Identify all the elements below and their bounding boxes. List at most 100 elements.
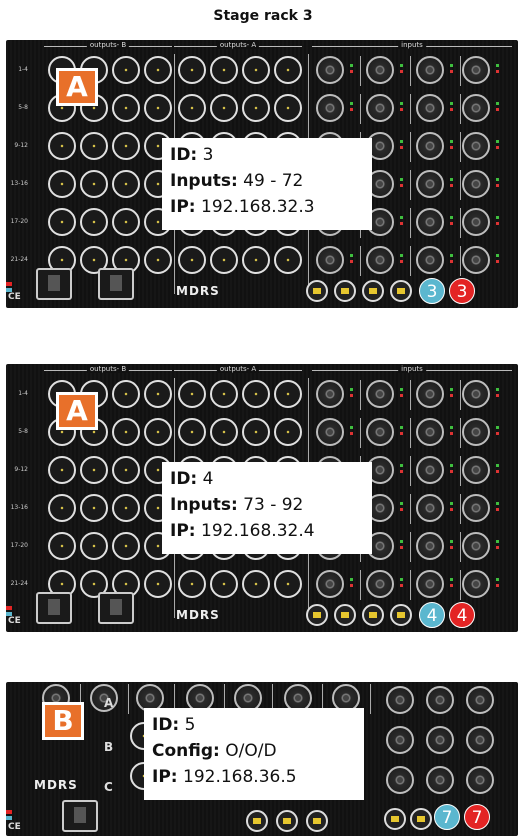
xlr-output-connector[interactable] — [178, 56, 206, 84]
xlr-output-connector[interactable] — [242, 246, 270, 274]
xlr-input-connector[interactable] — [366, 418, 394, 446]
ethercon-port[interactable] — [334, 280, 356, 302]
xlr-input-connector[interactable] — [416, 170, 444, 198]
xlr-input-connector[interactable] — [462, 94, 490, 122]
xlr-input-connector[interactable] — [466, 726, 494, 754]
xlr-input-connector[interactable] — [462, 132, 490, 160]
power-inlet-a[interactable] — [36, 268, 72, 300]
ethercon-port[interactable] — [306, 604, 328, 626]
xlr-output-connector[interactable] — [144, 246, 172, 274]
xlr-input-connector[interactable] — [416, 132, 444, 160]
xlr-output-connector[interactable] — [274, 94, 302, 122]
xlr-output-connector[interactable] — [48, 208, 76, 236]
xlr-output-connector[interactable] — [80, 170, 108, 198]
xlr-input-connector[interactable] — [366, 246, 394, 274]
xlr-output-connector[interactable] — [178, 570, 206, 598]
xlr-input-connector[interactable] — [316, 570, 344, 598]
power-inlet-b[interactable] — [98, 268, 134, 300]
xlr-output-connector[interactable] — [210, 380, 238, 408]
xlr-input-connector[interactable] — [416, 246, 444, 274]
xlr-output-connector[interactable] — [80, 532, 108, 560]
xlr-output-connector[interactable] — [80, 132, 108, 160]
xlr-input-connector[interactable] — [386, 726, 414, 754]
xlr-output-connector[interactable] — [112, 94, 140, 122]
xlr-input-connector[interactable] — [416, 208, 444, 236]
power-inlet-b[interactable] — [98, 592, 134, 624]
xlr-output-connector[interactable] — [274, 570, 302, 598]
xlr-input-connector[interactable] — [416, 56, 444, 84]
xlr-output-connector[interactable] — [112, 532, 140, 560]
xlr-output-connector[interactable] — [112, 170, 140, 198]
ethercon-port[interactable] — [410, 808, 432, 830]
xlr-output-connector[interactable] — [274, 246, 302, 274]
xlr-output-connector[interactable] — [112, 380, 140, 408]
xlr-input-connector[interactable] — [462, 56, 490, 84]
xlr-output-connector[interactable] — [274, 56, 302, 84]
ethercon-port[interactable] — [306, 280, 328, 302]
xlr-output-connector[interactable] — [112, 494, 140, 522]
xlr-output-connector[interactable] — [80, 208, 108, 236]
stage-rack-panel-b[interactable]: A B C MDRS CE B 7 7 ID: 5 Config: O/O/D IP: 192.16… — [6, 682, 518, 836]
xlr-input-connector[interactable] — [416, 494, 444, 522]
xlr-input-connector[interactable] — [426, 766, 454, 794]
xlr-input-connector[interactable] — [466, 766, 494, 794]
xlr-input-connector[interactable] — [462, 418, 490, 446]
xlr-output-connector[interactable] — [274, 380, 302, 408]
ethercon-port[interactable] — [276, 810, 298, 832]
ethercon-port[interactable] — [334, 604, 356, 626]
ethercon-port[interactable] — [390, 280, 412, 302]
xlr-output-connector[interactable] — [48, 170, 76, 198]
xlr-output-connector[interactable] — [112, 456, 140, 484]
xlr-output-connector[interactable] — [178, 418, 206, 446]
xlr-input-connector[interactable] — [416, 456, 444, 484]
xlr-input-connector[interactable] — [426, 726, 454, 754]
xlr-input-connector[interactable] — [366, 380, 394, 408]
xlr-input-connector[interactable] — [416, 380, 444, 408]
xlr-input-connector[interactable] — [462, 170, 490, 198]
ethercon-port[interactable] — [246, 810, 268, 832]
xlr-input-connector[interactable] — [316, 94, 344, 122]
xlr-input-connector[interactable] — [462, 208, 490, 236]
xlr-output-connector[interactable] — [178, 380, 206, 408]
xlr-input-connector[interactable] — [462, 570, 490, 598]
xlr-output-connector[interactable] — [274, 418, 302, 446]
xlr-output-connector[interactable] — [48, 532, 76, 560]
xlr-input-connector[interactable] — [316, 380, 344, 408]
power-inlet[interactable] — [62, 800, 98, 832]
xlr-input-connector[interactable] — [416, 570, 444, 598]
xlr-input-connector[interactable] — [386, 686, 414, 714]
xlr-output-connector[interactable] — [144, 418, 172, 446]
xlr-output-connector[interactable] — [144, 380, 172, 408]
xlr-output-connector[interactable] — [80, 456, 108, 484]
xlr-output-connector[interactable] — [210, 246, 238, 274]
xlr-input-connector[interactable] — [462, 494, 490, 522]
xlr-input-connector[interactable] — [316, 56, 344, 84]
xlr-input-connector[interactable] — [462, 380, 490, 408]
xlr-output-connector[interactable] — [242, 94, 270, 122]
xlr-output-connector[interactable] — [210, 94, 238, 122]
ethercon-port[interactable] — [362, 604, 384, 626]
xlr-input-connector[interactable] — [416, 532, 444, 560]
ethercon-port[interactable] — [390, 604, 412, 626]
xlr-input-connector[interactable] — [416, 418, 444, 446]
xlr-output-connector[interactable] — [210, 418, 238, 446]
xlr-output-connector[interactable] — [242, 56, 270, 84]
xlr-output-connector[interactable] — [80, 494, 108, 522]
xlr-input-connector[interactable] — [366, 56, 394, 84]
xlr-input-connector[interactable] — [462, 532, 490, 560]
xlr-input-connector[interactable] — [466, 686, 494, 714]
xlr-output-connector[interactable] — [242, 418, 270, 446]
xlr-input-connector[interactable] — [416, 94, 444, 122]
xlr-output-connector[interactable] — [48, 132, 76, 160]
xlr-output-connector[interactable] — [112, 56, 140, 84]
xlr-output-connector[interactable] — [210, 56, 238, 84]
stage-rack-panel-a1[interactable]: outputs- B outputs- A inputs 1-4 5-8 9-12 13-1… — [6, 40, 518, 308]
xlr-input-connector[interactable] — [462, 456, 490, 484]
xlr-input-connector[interactable] — [386, 766, 414, 794]
xlr-input-connector[interactable] — [316, 246, 344, 274]
xlr-input-connector[interactable] — [426, 686, 454, 714]
xlr-output-connector[interactable] — [144, 56, 172, 84]
xlr-output-connector[interactable] — [48, 456, 76, 484]
xlr-output-connector[interactable] — [112, 208, 140, 236]
xlr-output-connector[interactable] — [178, 94, 206, 122]
